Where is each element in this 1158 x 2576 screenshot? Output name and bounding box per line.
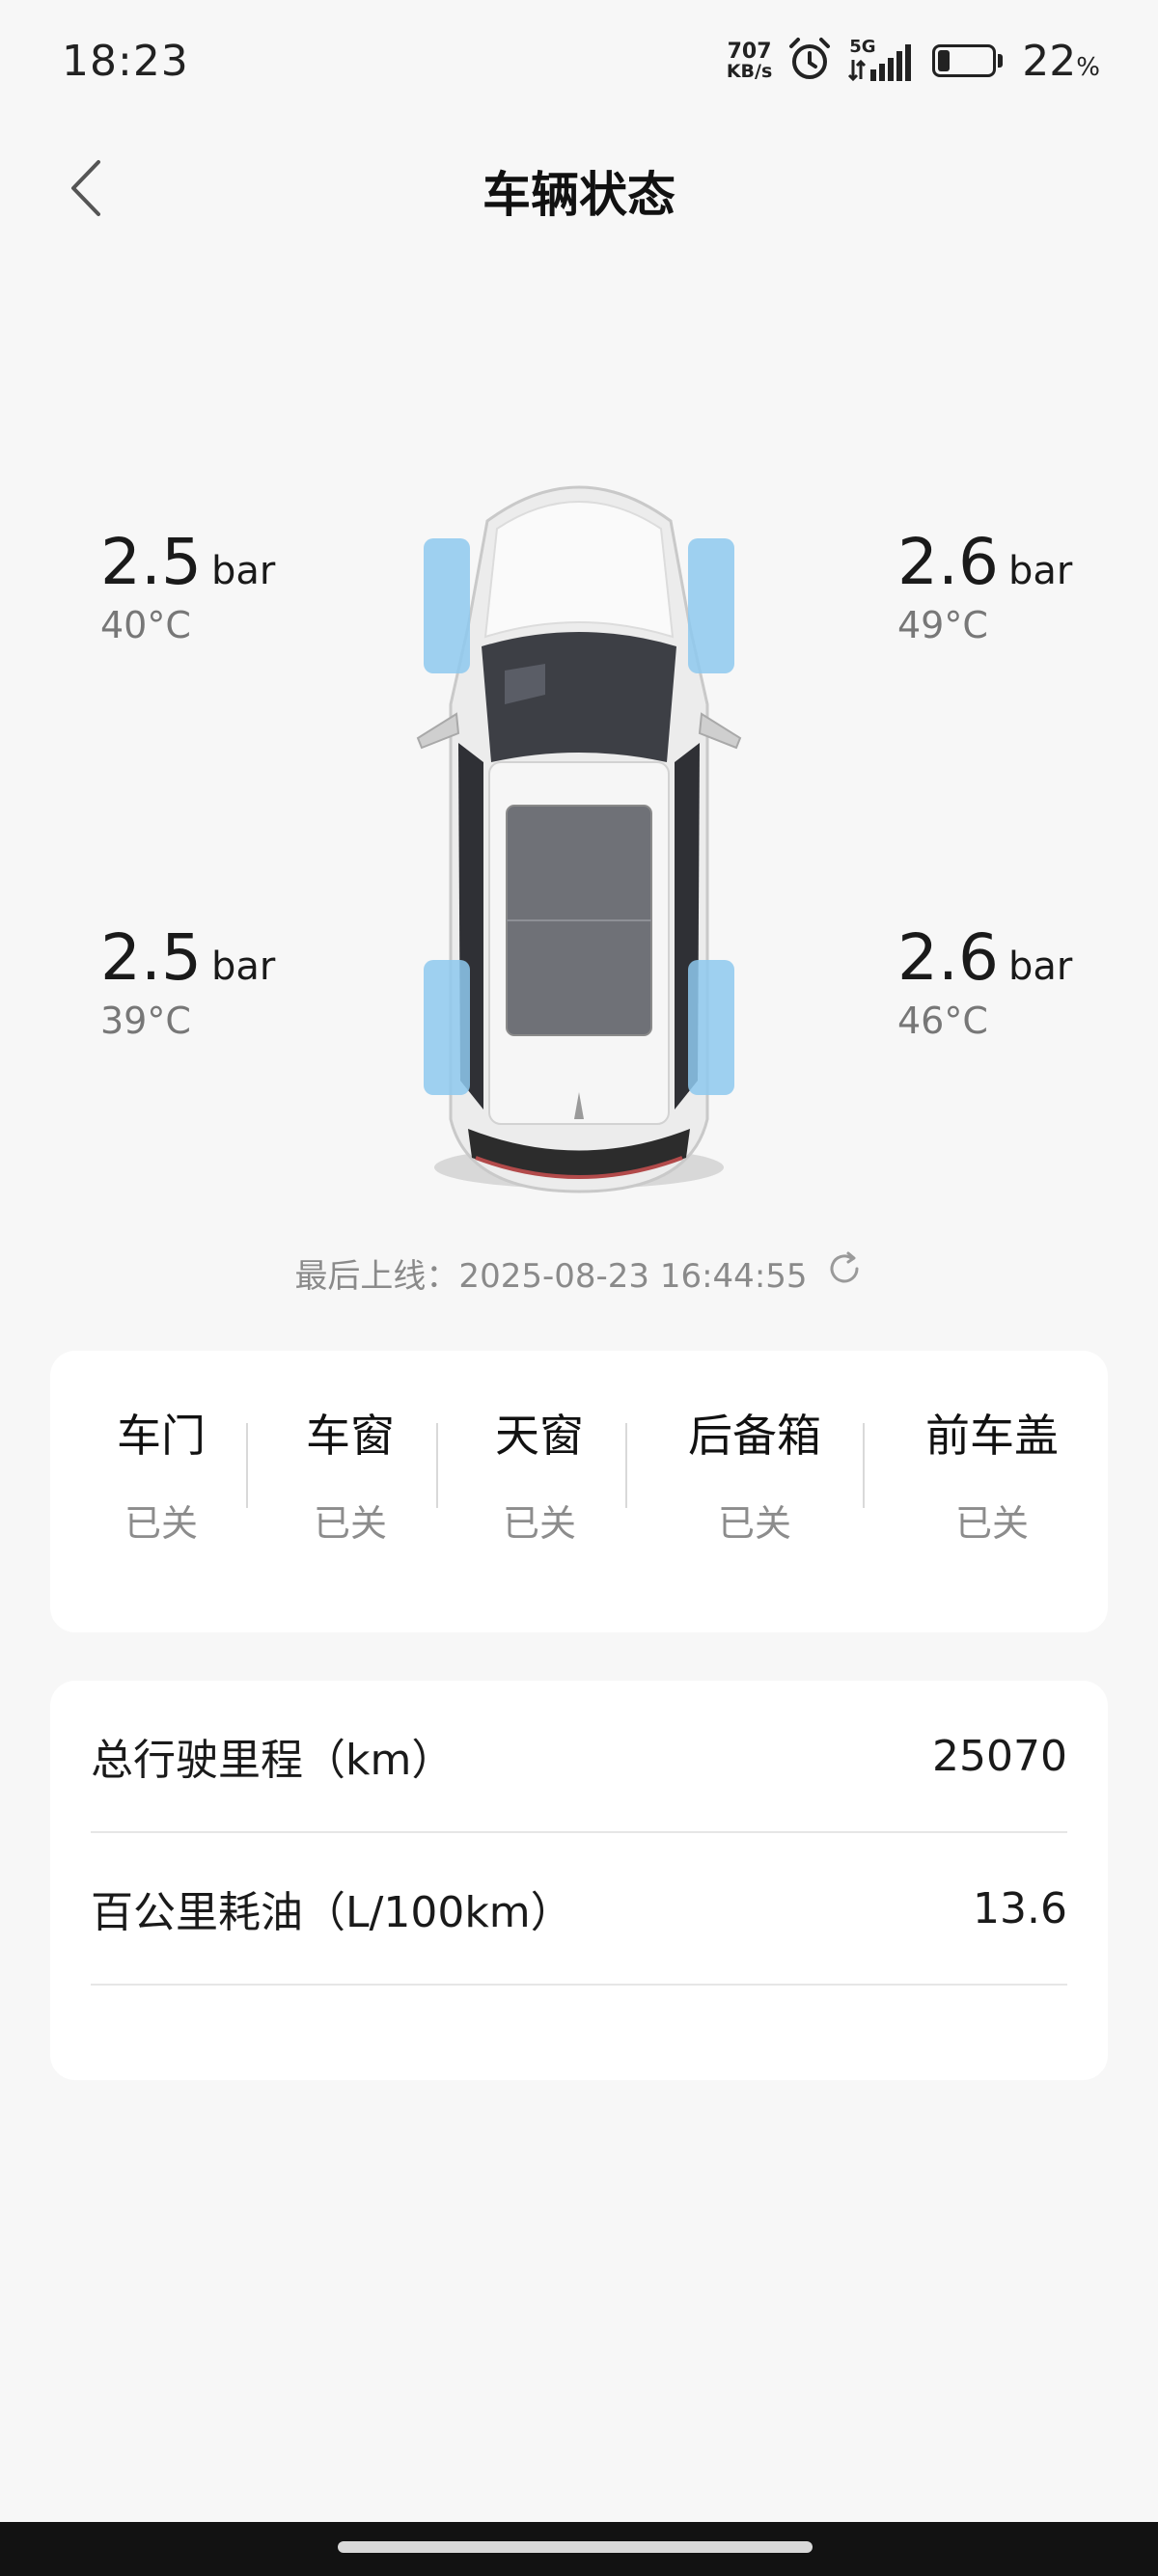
status-value: 已关 (124, 1502, 198, 1545)
tire-temperature: 49°C (897, 604, 988, 646)
status-label: 车窗 (306, 1410, 395, 1462)
tire-pressure: 2.5 bar (100, 531, 275, 594)
status-value: 已关 (717, 1502, 791, 1545)
tire-front-left: 2.5 bar 40°C (100, 531, 275, 647)
tire-pressure-value: 2.6 (897, 920, 999, 995)
battery-percentage: 22% (1022, 37, 1100, 86)
tire-pressure: 2.5 bar (100, 926, 275, 990)
stat-row-fuel-consumption: 百公里耗油（L/100km） 13.6 (91, 1833, 1067, 1986)
divider (625, 1423, 627, 1508)
status-label: 前车盖 (925, 1410, 1059, 1462)
status-label: 后备箱 (688, 1410, 821, 1462)
battery-icon (932, 44, 1004, 77)
signal-icon: 5G (847, 37, 919, 85)
tire-pressure: 2.6 bar (897, 926, 1072, 990)
page-title: 车辆状态 (482, 167, 676, 223)
last-online-text: 最后上线：2025-08-23 16:44:55 (294, 1257, 808, 1296)
tire-temperature: 46°C (897, 1000, 988, 1042)
status-window: 车窗 已关 (278, 1401, 423, 1547)
battery-value: 22 (1022, 36, 1077, 86)
status-hood: 前车盖 已关 (896, 1401, 1089, 1547)
status-trunk: 后备箱 已关 (658, 1401, 851, 1547)
status-label: 天窗 (495, 1410, 584, 1462)
alarm-icon (786, 35, 834, 87)
home-indicator[interactable] (338, 2541, 813, 2553)
last-online: 最后上线：2025-08-23 16:44:55 (0, 1249, 1158, 1297)
refresh-icon[interactable] (825, 1249, 864, 1297)
status-time: 18:23 (62, 37, 189, 86)
stat-label: 总行驶里程（km） (91, 1736, 455, 1785)
status-bar: 18:23 707 KB/s 5G 22% (0, 0, 1158, 135)
tire-pressure: 2.6 bar (897, 531, 1072, 594)
battery-unit: % (1076, 52, 1100, 82)
tire-pressure-unit: bar (1007, 945, 1073, 989)
status-value: 已关 (502, 1502, 576, 1545)
network-speed-unit: KB/s (726, 60, 773, 82)
tire-temperature: 40°C (100, 604, 191, 646)
tire-pressure-unit: bar (210, 549, 276, 593)
stat-label: 百公里耗油（L/100km） (91, 1888, 573, 1937)
status-label: 车门 (117, 1410, 206, 1462)
header: 车辆状态 (0, 135, 1158, 241)
status-value: 已关 (313, 1502, 387, 1545)
network-speed: 707 KB/s (727, 41, 772, 81)
status-icons: 707 KB/s 5G 22% (727, 35, 1100, 87)
vehicle-status-card: 车门 已关 车窗 已关 天窗 已关 后备箱 已关 前车盖 已关 (50, 1351, 1108, 1632)
divider (246, 1423, 248, 1508)
network-speed-value: 707 (727, 39, 772, 64)
vehicle-stats-card: 总行驶里程（km） 25070 百公里耗油（L/100km） 13.6 (50, 1681, 1108, 2080)
system-nav-bar (0, 2522, 1158, 2576)
tire-front-right: 2.6 bar 49°C (897, 531, 1072, 647)
status-sunroof: 天窗 已关 (467, 1401, 612, 1547)
divider (863, 1423, 865, 1508)
tire-pressure-value: 2.5 (100, 920, 202, 995)
tire-rear-left: 2.5 bar 39°C (100, 926, 275, 1043)
tire-pressure-unit: bar (1007, 549, 1073, 593)
tire-pressure-value: 2.6 (897, 525, 999, 599)
stat-value: 13.6 (973, 1883, 1067, 1933)
status-value: 已关 (954, 1502, 1029, 1545)
status-door: 车门 已关 (89, 1401, 234, 1547)
tire-pressure-unit: bar (210, 945, 276, 989)
tire-rear-right: 2.6 bar 46°C (897, 926, 1072, 1043)
tire-pressure-panel: 2.5 bar 40°C 2.5 bar 39°C 2.6 bar 49°C 2.6 b… (0, 425, 1158, 1196)
divider (436, 1423, 438, 1508)
car-top-view-image (416, 485, 742, 1193)
tire-pressure-value: 2.5 (100, 525, 202, 599)
battery-level-fill (938, 50, 951, 71)
stat-row-mileage: 总行驶里程（km） 25070 (91, 1681, 1067, 1833)
tire-temperature: 39°C (100, 1000, 191, 1042)
stat-value: 25070 (932, 1731, 1067, 1781)
